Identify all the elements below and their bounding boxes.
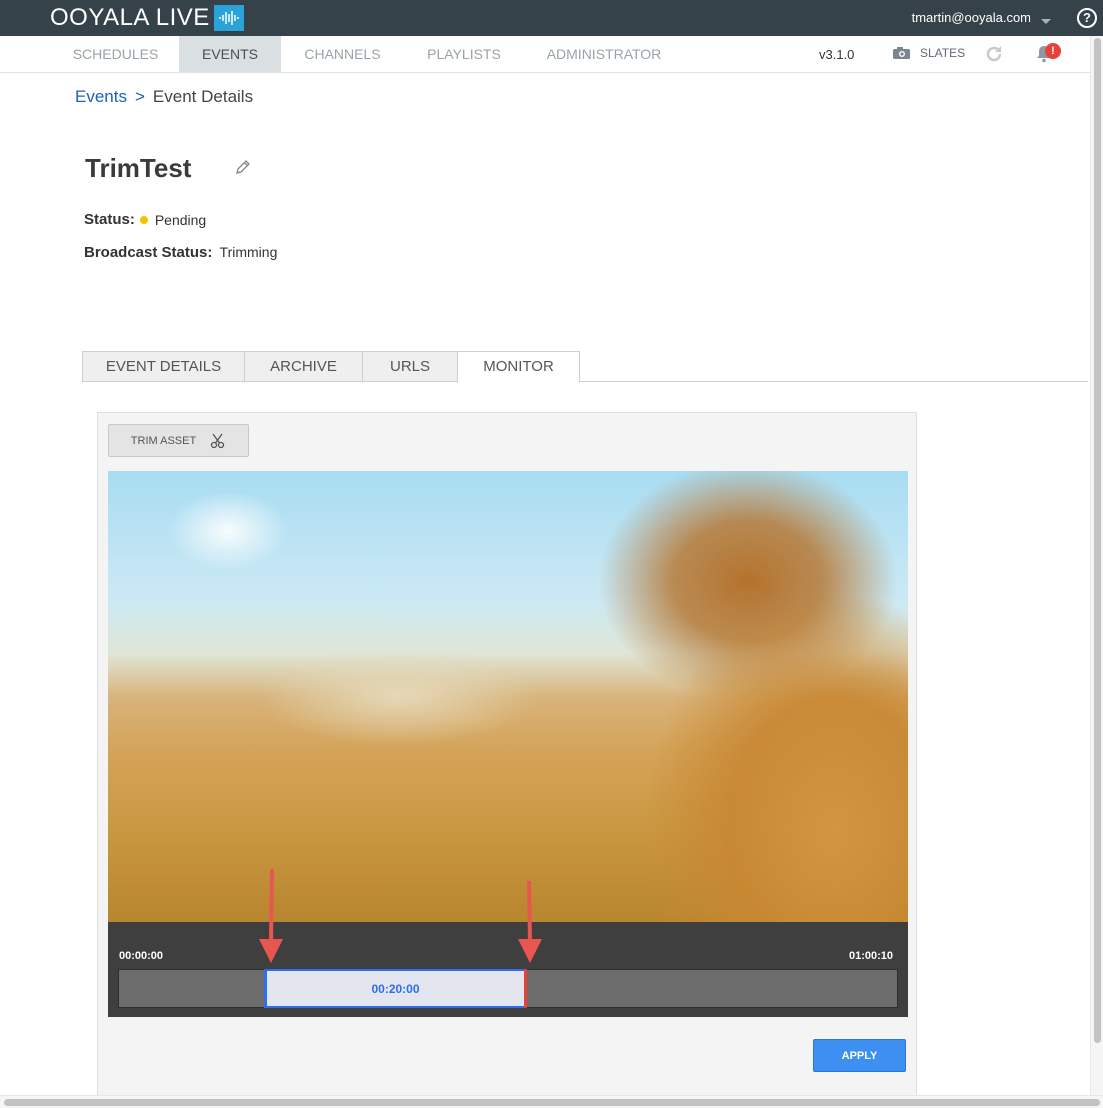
tab-urls[interactable]: URLS	[362, 351, 458, 382]
nav-schedules[interactable]: SCHEDULES	[52, 36, 179, 72]
trim-asset-label: TRIM ASSET	[130, 434, 197, 447]
start-arrow-icon	[259, 868, 283, 963]
brand-logo[interactable]: OOYALA LIVE	[50, 4, 244, 32]
scissors-icon	[211, 433, 225, 448]
nav-events[interactable]: EVENTS	[179, 36, 281, 72]
notification-badge: !	[1045, 43, 1061, 59]
trim-asset-button[interactable]: TRIM ASSET	[108, 424, 249, 457]
user-menu[interactable]: tmartin@ooyala.com	[912, 10, 1031, 25]
breadcrumb-current: Event Details	[152, 87, 254, 106]
status-row: Status: Pending	[84, 211, 206, 228]
main-nav: SCHEDULES EVENTS CHANNELS PLAYLISTS ADMI…	[0, 36, 1090, 73]
brand-name: OOYALA LIVE	[50, 4, 210, 31]
broadcast-status-label: Broadcast Status:	[84, 244, 213, 261]
vertical-scroll-thumb[interactable]	[1094, 38, 1101, 1043]
status-value: Pending	[154, 211, 207, 228]
broadcast-status-row: Broadcast Status: Trimming	[84, 244, 277, 261]
help-icon[interactable]: ?	[1077, 8, 1097, 28]
chevron-down-icon[interactable]	[1041, 19, 1051, 24]
timeline-end-time: 01:00:10	[849, 950, 894, 962]
top-bar: OOYALA LIVE tmartin@ooyala.com ?	[0, 0, 1103, 36]
breadcrumb: Events > Event Details	[75, 87, 253, 107]
selection-duration: 00:20:00	[371, 981, 420, 996]
nav-playlists[interactable]: PLAYLISTS	[408, 36, 520, 72]
breadcrumb-events-link[interactable]: Events	[75, 87, 127, 107]
tab-archive[interactable]: ARCHIVE	[244, 351, 363, 382]
pencil-icon[interactable]	[234, 159, 251, 176]
trim-end-handle[interactable]	[524, 969, 527, 1008]
camera-icon	[893, 47, 910, 59]
trim-start-handle[interactable]	[264, 969, 267, 1008]
breadcrumb-separator: >	[134, 87, 145, 106]
horizontal-scroll-thumb[interactable]	[4, 1099, 1100, 1106]
end-arrow-icon	[518, 880, 542, 963]
slates-label: SLATES	[920, 46, 966, 60]
horizontal-scrollbar[interactable]	[0, 1095, 1103, 1108]
tabs-divider	[579, 381, 1088, 382]
slates-button[interactable]: SLATES	[892, 46, 965, 60]
notifications-button[interactable]: !	[1036, 42, 1064, 66]
vertical-scrollbar[interactable]	[1090, 36, 1103, 1096]
audio-wave-icon	[213, 5, 244, 31]
tab-monitor[interactable]: MONITOR	[457, 351, 580, 383]
status-label: Status:	[84, 211, 135, 228]
status-dot-icon	[139, 215, 148, 224]
video-player[interactable]	[108, 471, 908, 926]
version-label: v3.1.0	[819, 47, 855, 62]
broadcast-status-value: Trimming	[219, 244, 278, 260]
nav-channels[interactable]: CHANNELS	[286, 36, 399, 72]
nav-administrator[interactable]: ADMINISTRATOR	[530, 36, 678, 72]
apply-button[interactable]: APPLY	[813, 1039, 906, 1072]
refresh-icon[interactable]	[984, 44, 1004, 64]
tab-event-details[interactable]: EVENT DETAILS	[82, 351, 245, 382]
event-title: TrimTest	[85, 153, 192, 183]
trim-selection[interactable]: 00:20:00	[265, 969, 526, 1008]
timeline-start-time: 00:00:00	[119, 950, 164, 962]
